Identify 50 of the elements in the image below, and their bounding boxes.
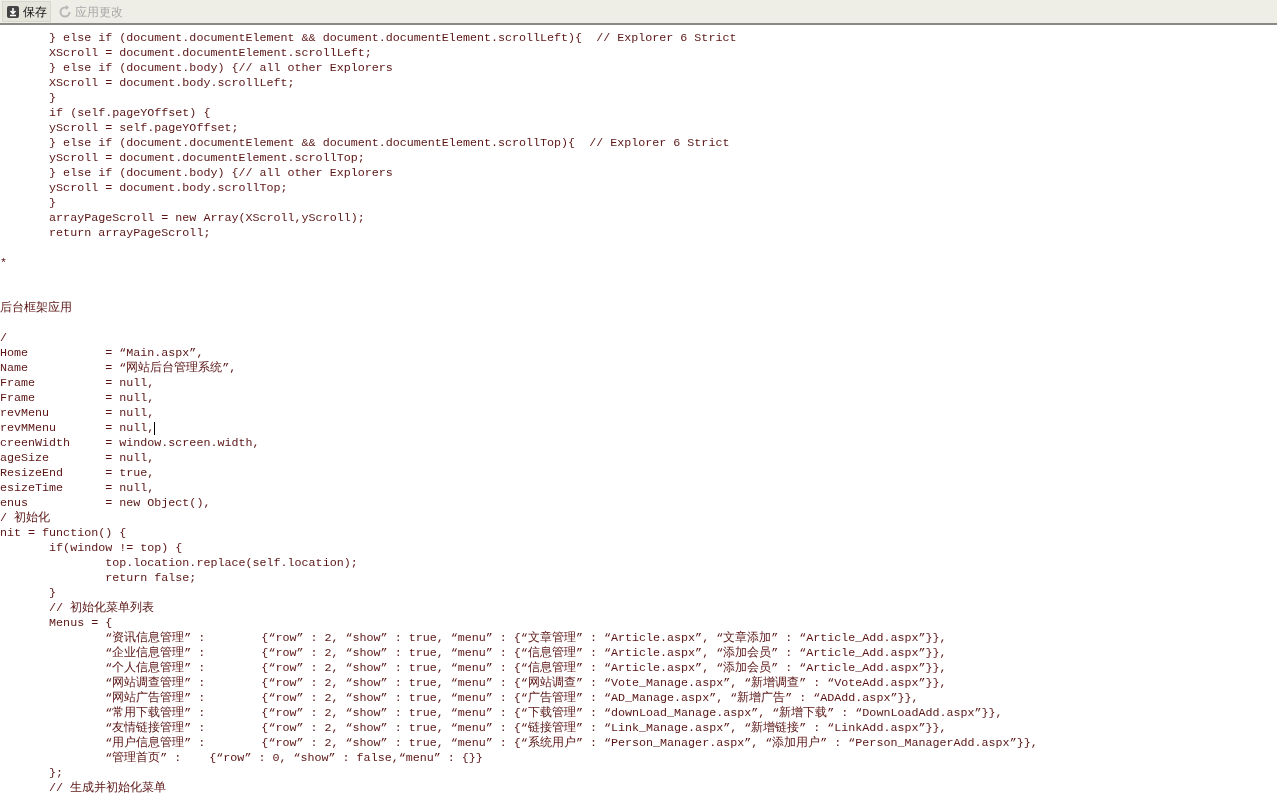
code-line: yScroll = document.body.scrollTop;	[48, 181, 288, 196]
code-line: / 初始化	[0, 511, 51, 526]
code-line: Frame = null,	[0, 391, 155, 406]
code-line: Name = “网站后台管理系统”,	[0, 361, 237, 376]
code-line: XScroll = document.body.scrollLeft;	[48, 76, 295, 91]
code-line: esizeTime = null,	[0, 481, 155, 496]
code-line: Home = “Main.aspx”,	[0, 346, 204, 361]
code-line: “用户信息管理” : {“row” : 2, “show” : true, “menu” : {“系统用户” : “Person_Manager.aspx”, “添加用户” : “Person_ManagerAdd.aspx”}},	[104, 736, 1038, 751]
code-line: // 生成并初始化菜单	[48, 781, 167, 796]
code-line: }	[48, 91, 57, 106]
code-line: yScroll = self.pageYOffset;	[48, 121, 239, 136]
refresh-icon	[58, 4, 72, 19]
code-line: revMMenu = null,	[0, 421, 155, 436]
code-line: } else if (document.documentElement && document.documentElement.scrollTop){ // Explorer 6 Strict	[48, 136, 730, 151]
code-line: ResizeEnd = true,	[0, 466, 155, 481]
code-line: ageSize = null,	[0, 451, 155, 466]
save-button[interactable]: 保存	[2, 1, 51, 22]
code-line: “企业信息管理” : {“row” : 2, “show” : true, “menu” : {“信息管理” : “Article.aspx”, “添加会员” : “Article_Add.aspx”}},	[104, 646, 947, 661]
code-line: /	[0, 331, 7, 346]
code-line: Menus = {	[48, 616, 113, 631]
code-line: “管理首页” : {“row” : 0, “show” : false,“menu” : {}}	[104, 751, 483, 766]
code-line: 后台框架应用	[0, 301, 72, 316]
code-line: // 初始化菜单列表	[48, 601, 155, 616]
code-line: if(window != top) {	[48, 541, 183, 556]
code-line: enus = new Object(),	[0, 496, 211, 511]
code-line: creenWidth = window.screen.width,	[0, 436, 260, 451]
code-line: XScroll = document.documentElement.scrollLeft;	[48, 46, 372, 61]
code-line: “常用下载管理” : {“row” : 2, “show” : true, “menu” : {“下载管理” : “downLoad_Manage.aspx”, “新增下载” : “DownLoadAdd.aspx”}},	[104, 706, 1003, 721]
code-line: } else if (document.body) {// all other Explorers	[48, 61, 393, 76]
code-line: “网站广告管理” : {“row” : 2, “show” : true, “menu” : {“广告管理” : “AD_Manage.aspx”, “新增广告” : “ADAdd.aspx”}},	[104, 691, 919, 706]
code-line: top.location.replace(self.location);	[104, 556, 358, 571]
code-line: return arrayPageScroll;	[48, 226, 211, 241]
code-line: }	[48, 196, 57, 211]
code-line: arrayPageScroll = new Array(XScroll,yScroll);	[48, 211, 365, 226]
code-line: } else if (document.documentElement && document.documentElement.scrollLeft){ // Explorer 6 Strict	[48, 31, 737, 46]
code-line: Frame = null,	[0, 376, 155, 391]
code-line: “资讯信息管理” : {“row” : 2, “show” : true, “menu” : {“文章管理” : “Article.aspx”, “文章添加” : “Article_Add.aspx”}},	[104, 631, 947, 646]
code-line: “个人信息管理” : {“row” : 2, “show” : true, “menu” : {“信息管理” : “Article.aspx”, “添加会员” : “Article_Add.aspx”}},	[104, 661, 947, 676]
code-line: “友情链接管理” : {“row” : 2, “show” : true, “menu” : {“链接管理” : “Link_Manage.aspx”, “新增链接” : “LinkAdd.aspx”}},	[104, 721, 947, 736]
code-line: yScroll = document.documentElement.scrollTop;	[48, 151, 365, 166]
download-icon	[6, 4, 20, 19]
code-line: } else if (document.body) {// all other Explorers	[48, 166, 393, 181]
code-line: }	[48, 586, 57, 601]
code-line: if (self.pageYOffset) {	[48, 106, 211, 121]
code-line: return false;	[104, 571, 197, 586]
code-line: *	[0, 256, 7, 271]
code-line: revMenu = null,	[0, 406, 155, 421]
code-line: “网站调查管理” : {“row” : 2, “show” : true, “menu” : {“网站调查” : “Vote_Manage.aspx”, “新增调查” : “VoteAdd.aspx”}},	[104, 676, 947, 691]
code-line: };	[48, 766, 64, 781]
code-line: nit = function() {	[0, 526, 127, 541]
